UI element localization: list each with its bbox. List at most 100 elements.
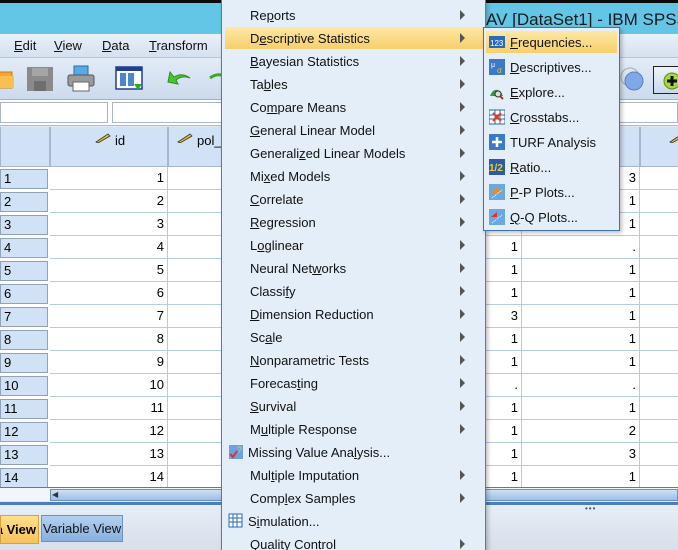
menu-transform[interactable]: Transform (149, 38, 208, 53)
cell-col5[interactable] (640, 190, 678, 213)
menu-view[interactable]: View (54, 38, 82, 53)
row-header[interactable]: 2 (0, 192, 48, 212)
cell-id[interactable]: 14 (50, 466, 168, 487)
save-icon[interactable] (25, 64, 55, 94)
cell-col5[interactable] (640, 259, 678, 282)
submenu-item-turf-analysis[interactable]: TURF Analysis (486, 131, 617, 153)
cell-col5[interactable] (640, 397, 678, 420)
cell-id[interactable]: 8 (50, 328, 168, 351)
cell-col3[interactable]: 1 (486, 282, 522, 305)
cell-col5[interactable] (640, 351, 678, 374)
column-header-4[interactable] (640, 127, 678, 167)
cell-pol[interactable] (168, 466, 228, 487)
cell-col3[interactable]: 1 (486, 397, 522, 420)
cell-col5[interactable] (640, 305, 678, 328)
cell-id[interactable]: 7 (50, 305, 168, 328)
cell-col3[interactable]: 1 (486, 351, 522, 374)
menu-item-mixed-models[interactable]: Mixed Models (225, 165, 484, 187)
menu-item-correlate[interactable]: Correlate (225, 188, 484, 210)
recall-dialog-icon[interactable] (114, 64, 144, 94)
row-header[interactable]: 8 (0, 330, 48, 350)
row-header[interactable]: 3 (0, 215, 48, 235)
cell-pol[interactable] (168, 282, 228, 305)
cell-pol[interactable] (168, 420, 228, 443)
cell-id[interactable]: 11 (50, 397, 168, 420)
menu-item-nonparametric-tests[interactable]: Nonparametric Tests (225, 349, 484, 371)
cell-col4[interactable]: 1 (522, 305, 640, 328)
menu-item-dimension-reduction[interactable]: Dimension Reduction (225, 303, 484, 325)
cell-col3[interactable]: . (486, 374, 522, 397)
submenu-item-frequencies[interactable]: 123 Frequencies... (486, 31, 617, 53)
submenu-item-q-q-plots[interactable]: Q-Q Plots... (486, 206, 617, 228)
menu-item-descriptive-statistics[interactable]: Descriptive Statistics (225, 27, 484, 49)
cell-col4[interactable]: 1 (522, 351, 640, 374)
row-header[interactable]: 12 (0, 422, 48, 442)
cell-pol[interactable] (168, 397, 228, 420)
menu-item-missing-value-analysis[interactable]: ? Missing Value Analysis... (225, 441, 484, 463)
tab-data-view[interactable]: Data View (0, 515, 39, 544)
cell-col5[interactable] (640, 466, 678, 487)
cell-col3[interactable]: 1 (486, 420, 522, 443)
cell-col3[interactable]: 1 (486, 466, 522, 487)
cell-id[interactable]: 3 (50, 213, 168, 236)
print-icon[interactable] (66, 64, 96, 94)
splitter-handle[interactable]: ••• (585, 504, 596, 513)
cell-pol[interactable] (168, 443, 228, 466)
menu-item-survival[interactable]: Survival (225, 395, 484, 417)
menu-item-general-linear-model[interactable]: General Linear Model (225, 119, 484, 141)
menu-item-classify[interactable]: Classify (225, 280, 484, 302)
row-header[interactable]: 10 (0, 376, 48, 396)
row-header[interactable]: 11 (0, 399, 48, 419)
cell-id[interactable]: 10 (50, 374, 168, 397)
cell-pol[interactable] (168, 374, 228, 397)
cell-col4[interactable]: 1 (522, 259, 640, 282)
menu-item-multiple-response[interactable]: Multiple Response (225, 418, 484, 440)
cell-pol[interactable] (168, 213, 228, 236)
menu-item-regression[interactable]: Regression (225, 211, 484, 233)
column-header-pol[interactable]: pol_ (168, 127, 228, 167)
open-folder-icon[interactable] (0, 64, 18, 94)
submenu-item-p-p-plots[interactable]: P-P Plots... (486, 181, 617, 203)
menu-item-generalized-linear-models[interactable]: Generalized Linear Models (225, 142, 484, 164)
cell-col5[interactable] (640, 236, 678, 259)
cell-col4[interactable]: 1 (522, 328, 640, 351)
cell-col5[interactable] (640, 420, 678, 443)
cell-pol[interactable] (168, 167, 228, 190)
cell-col3[interactable]: 1 (486, 443, 522, 466)
cell-col5[interactable] (640, 213, 678, 236)
cell-col5[interactable] (640, 328, 678, 351)
menu-item-compare-means[interactable]: Compare Means (225, 96, 484, 118)
cell-col3[interactable]: 3 (486, 305, 522, 328)
menu-item-simulation[interactable]: Simulation... (225, 510, 484, 532)
cell-pol[interactable] (168, 259, 228, 282)
cell-reference-field[interactable] (0, 102, 108, 123)
cell-id[interactable]: 4 (50, 236, 168, 259)
cell-col4[interactable]: 3 (522, 443, 640, 466)
scroll-left-icon[interactable]: ◀ (52, 490, 58, 499)
cell-col4[interactable]: . (522, 236, 640, 259)
menu-item-reports[interactable]: Reports (225, 4, 484, 26)
row-header[interactable]: 13 (0, 445, 48, 465)
cell-id[interactable]: 13 (50, 443, 168, 466)
menu-item-tables[interactable]: Tables (225, 73, 484, 95)
menu-item-quality-control[interactable]: Quality Control (225, 533, 484, 550)
submenu-item-ratio[interactable]: 1/2 Ratio... (486, 156, 617, 178)
cell-id[interactable]: 5 (50, 259, 168, 282)
cell-id[interactable]: 9 (50, 351, 168, 374)
venn-icon[interactable] (618, 64, 648, 94)
row-header[interactable]: 6 (0, 284, 48, 304)
cell-pol[interactable] (168, 236, 228, 259)
cell-col5[interactable] (640, 374, 678, 397)
cell-col3[interactable]: 1 (486, 259, 522, 282)
cell-id[interactable]: 2 (50, 190, 168, 213)
tab-variable-view[interactable]: Variable View (41, 515, 123, 542)
menu-item-bayesian-statistics[interactable]: Bayesian Statistics (225, 50, 484, 72)
cell-col5[interactable] (640, 443, 678, 466)
cell-col4[interactable]: . (522, 374, 640, 397)
row-header[interactable]: 7 (0, 307, 48, 327)
submenu-item-crosstabs[interactable]: Crosstabs... (486, 106, 617, 128)
cell-col4[interactable]: 1 (522, 397, 640, 420)
cell-col5[interactable] (640, 282, 678, 305)
undo-icon[interactable] (164, 64, 194, 94)
row-header[interactable]: 5 (0, 261, 48, 281)
